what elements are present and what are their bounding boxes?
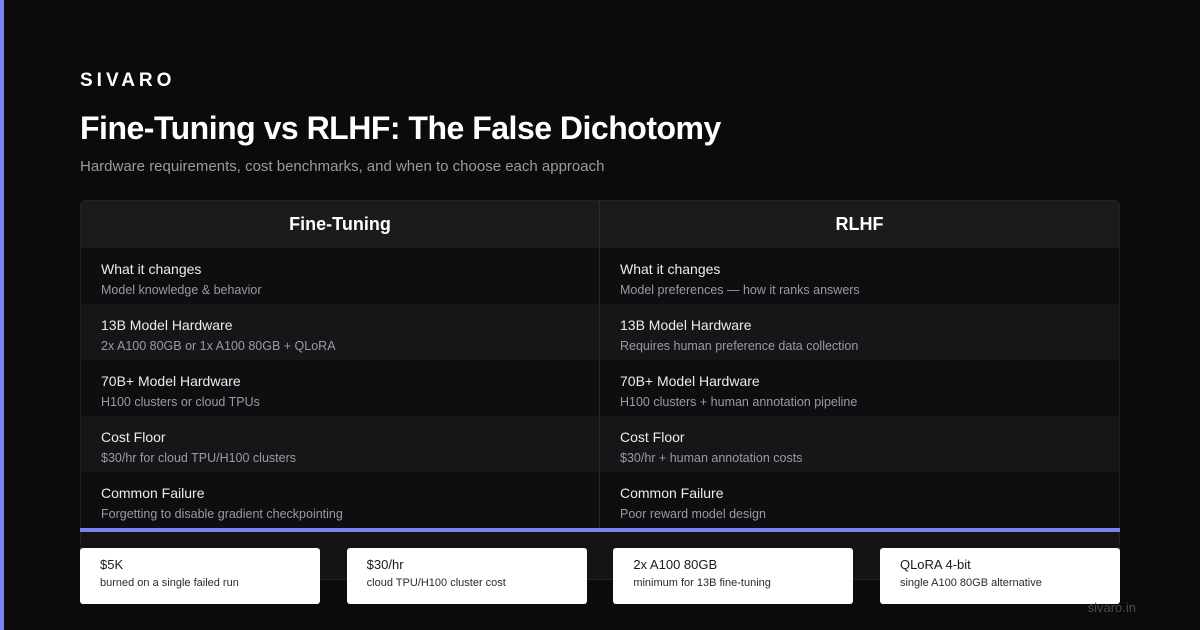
- table-cell: 13B Model Hardware Requires human prefer…: [600, 304, 1119, 360]
- cell-label: 70B+ Model Hardware: [620, 373, 760, 389]
- stat-label: burned on a single failed run: [100, 577, 239, 589]
- table-row: Cost Floor $30/hr for cloud TPU/H100 clu…: [81, 416, 1119, 472]
- accent-divider: [80, 528, 1120, 532]
- stat-card: $30/hr cloud TPU/H100 cluster cost: [346, 548, 587, 604]
- table-row: 13B Model Hardware 2x A100 80GB or 1x A1…: [81, 304, 1119, 360]
- stat-value: $5K: [100, 557, 124, 572]
- stat-label: cloud TPU/H100 cluster cost: [366, 577, 506, 589]
- cell-label: Cost Floor: [620, 429, 685, 445]
- stat-card: QLoRA 4-bit single A100 80GB alternative: [879, 548, 1120, 604]
- stats-row: $5K burned on a single failed run $30/hr…: [80, 548, 1120, 604]
- cell-label: 13B Model Hardware: [620, 317, 752, 333]
- page-subtitle: Hardware requirements, cost benchmarks, …: [80, 158, 605, 175]
- table-cell: Cost Floor $30/hr + human annotation cos…: [600, 416, 1119, 472]
- cell-value: Poor reward model design: [620, 507, 766, 521]
- stat-card: 2x A100 80GB minimum for 13B fine-tuning: [613, 548, 854, 604]
- cell-label: What it changes: [101, 261, 202, 277]
- table-cell: Common Failure Forgetting to disable gra…: [81, 472, 600, 528]
- stat-value: 2x A100 80GB: [633, 557, 718, 572]
- table-row: 70B+ Model Hardware H100 clusters or clo…: [81, 360, 1119, 416]
- cell-label: Common Failure: [101, 485, 205, 501]
- cell-value: Model knowledge & behavior: [101, 283, 262, 297]
- cell-label: Cost Floor: [101, 429, 166, 445]
- table-cell: What it changes Model knowledge & behavi…: [81, 248, 600, 304]
- cell-value: H100 clusters or cloud TPUs: [101, 395, 260, 409]
- column-header-rlhf: RLHF: [835, 214, 884, 234]
- table-row: Common Failure Forgetting to disable gra…: [81, 472, 1119, 528]
- stat-card: $5K burned on a single failed run: [80, 548, 320, 604]
- accent-bar: [0, 0, 4, 630]
- cell-value: Model preferences — how it ranks answers: [620, 283, 860, 297]
- table-cell: 70B+ Model Hardware H100 clusters or clo…: [81, 360, 600, 416]
- cell-label: 70B+ Model Hardware: [101, 373, 241, 389]
- cell-value: H100 clusters + human annotation pipelin…: [620, 395, 858, 409]
- stat-value: $30/hr: [366, 557, 404, 572]
- table-cell: Cost Floor $30/hr for cloud TPU/H100 clu…: [81, 416, 600, 472]
- brand-logo: SIVARO: [80, 70, 176, 91]
- table-cell: 13B Model Hardware 2x A100 80GB or 1x A1…: [81, 304, 600, 360]
- cell-value: Requires human preference data collectio…: [620, 339, 859, 353]
- page: SIVARO Fine-Tuning vs RLHF: The False Di…: [0, 0, 1200, 630]
- table-cell: Common Failure Poor reward model design: [600, 472, 1119, 528]
- column-header-fine-tuning: Fine-Tuning: [81, 201, 600, 248]
- cell-label: What it changes: [620, 261, 721, 277]
- table-cell: What it changes Model preferences — how …: [600, 248, 1119, 304]
- footer-url: sivaro.in: [1087, 600, 1136, 615]
- stat-label: single A100 80GB alternative: [899, 577, 1042, 589]
- page-title: Fine-Tuning vs RLHF: The False Dichotomy: [80, 110, 721, 146]
- stat-value: QLoRA 4-bit: [899, 557, 971, 572]
- comparison-table: Fine-Tuning RLHF What it changes Model k…: [80, 200, 1120, 580]
- table-header: Fine-Tuning RLHF: [81, 201, 1119, 248]
- cell-value: Forgetting to disable gradient checkpoin…: [101, 507, 343, 521]
- cell-value: 2x A100 80GB or 1x A100 80GB + QLoRA: [101, 339, 336, 353]
- cell-value: $30/hr for cloud TPU/H100 clusters: [101, 451, 297, 465]
- cell-label: 13B Model Hardware: [101, 317, 233, 333]
- cell-value: $30/hr + human annotation costs: [620, 451, 803, 465]
- table-row: What it changes Model knowledge & behavi…: [81, 248, 1119, 304]
- stat-label: minimum for 13B fine-tuning: [633, 577, 771, 589]
- table-cell: 70B+ Model Hardware H100 clusters + huma…: [600, 360, 1119, 416]
- cell-label: Common Failure: [620, 485, 724, 501]
